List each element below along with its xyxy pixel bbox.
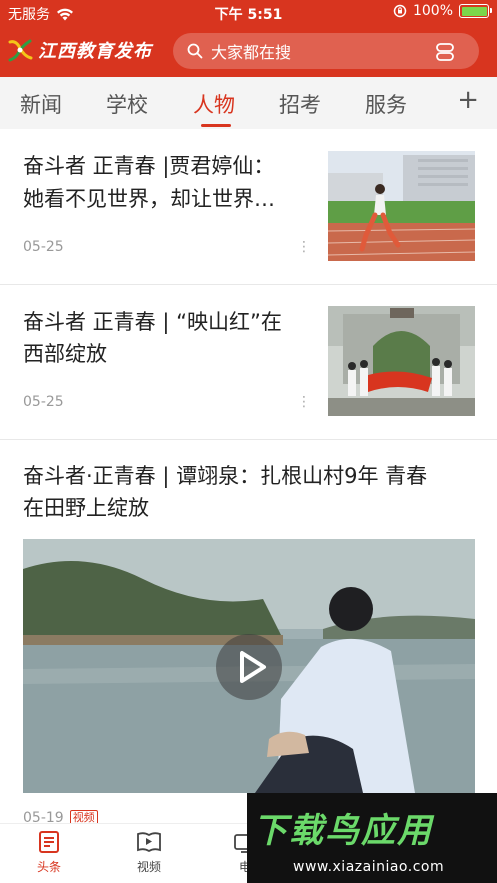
article-title-line2: 她看不见世界，却让世界… bbox=[23, 187, 275, 211]
search-bar[interactable]: 大家都在搜 bbox=[173, 33, 479, 69]
search-placeholder: 大家都在搜 bbox=[211, 43, 292, 62]
video-thumbnail[interactable] bbox=[23, 539, 475, 793]
nav-headlines-label: 头条 bbox=[36, 860, 61, 874]
category-tabs: 新闻 学校 人物 招考 服务 + bbox=[0, 77, 497, 129]
app-bar: 江西教育发布 大家都在搜 bbox=[0, 30, 497, 72]
article-date: 05-25 bbox=[23, 239, 64, 255]
add-tab-icon[interactable]: + bbox=[457, 87, 479, 113]
article-title-line2: 在田野上绽放 bbox=[23, 496, 149, 520]
news-item[interactable]: 奋斗者·正青春 | 谭翊泉：扎根山村9年 青春 在田野上绽放 05-19 视频 bbox=[0, 440, 497, 826]
headlines-icon bbox=[39, 831, 59, 853]
tab-news[interactable]: 新闻 bbox=[20, 89, 62, 119]
watermark-banner: 下载鸟应用 www.xiazainiao.com bbox=[247, 793, 497, 883]
article-title-line1: 奋斗者 正青春 | “映山红”在 bbox=[23, 310, 282, 334]
date-label: 05-25 bbox=[23, 394, 64, 410]
watermark-title: 下载鸟应用 bbox=[253, 811, 433, 851]
app-header: 无服务 下午 5:51 100% 江西教育发布 大家都在搜 bbox=[0, 0, 497, 77]
battery-icon bbox=[459, 4, 492, 18]
nav-video-label: 视频 bbox=[136, 860, 161, 874]
article-title-line1: 奋斗者·正青春 | 谭翊泉：扎根山村9年 青春 bbox=[23, 464, 428, 488]
tab-schools[interactable]: 学校 bbox=[106, 89, 148, 119]
tab-admissions[interactable]: 招考 bbox=[279, 89, 321, 119]
nav-video[interactable]: 视频 bbox=[124, 830, 174, 875]
more-options-icon[interactable]: ⋮ bbox=[297, 239, 311, 255]
watermark-url: www.xiazainiao.com bbox=[293, 859, 445, 875]
play-button[interactable] bbox=[216, 634, 282, 700]
menu-toggle-icon[interactable] bbox=[435, 42, 455, 62]
article-title-line2: 西部绽放 bbox=[23, 342, 107, 366]
news-item[interactable]: 奋斗者 正青春 |贾君婷仙： 她看不见世界，却让世界… 05-25 ⋮ bbox=[0, 129, 497, 284]
video-book-icon bbox=[137, 832, 161, 853]
logo-mark-icon bbox=[8, 39, 33, 62]
article-title-line1: 奋斗者 正青春 |贾君婷仙： bbox=[23, 154, 275, 178]
more-options-icon[interactable]: ⋮ bbox=[297, 394, 311, 410]
article-thumbnail bbox=[328, 306, 475, 416]
article-date: 05-25 bbox=[23, 394, 64, 410]
search-icon bbox=[187, 43, 203, 59]
news-item[interactable]: 奋斗者 正青春 | “映山红”在 西部绽放 05-25 ⋮ bbox=[0, 285, 497, 439]
battery-percent: 100% bbox=[412, 3, 453, 19]
tab-services[interactable]: 服务 bbox=[365, 89, 407, 119]
play-icon bbox=[240, 651, 266, 683]
article-thumbnail bbox=[328, 151, 475, 261]
status-right: 100% bbox=[393, 3, 492, 19]
nav-headlines[interactable]: 头条 bbox=[24, 830, 74, 875]
active-tab-indicator bbox=[201, 124, 231, 127]
rotation-lock-icon bbox=[393, 4, 407, 18]
date-label: 05-25 bbox=[23, 239, 64, 255]
status-bar: 无服务 下午 5:51 100% bbox=[0, 0, 497, 26]
tab-people[interactable]: 人物 bbox=[193, 89, 235, 119]
app-logo[interactable]: 江西教育发布 bbox=[6, 36, 152, 64]
logo-text: 江西教育发布 bbox=[38, 41, 152, 62]
